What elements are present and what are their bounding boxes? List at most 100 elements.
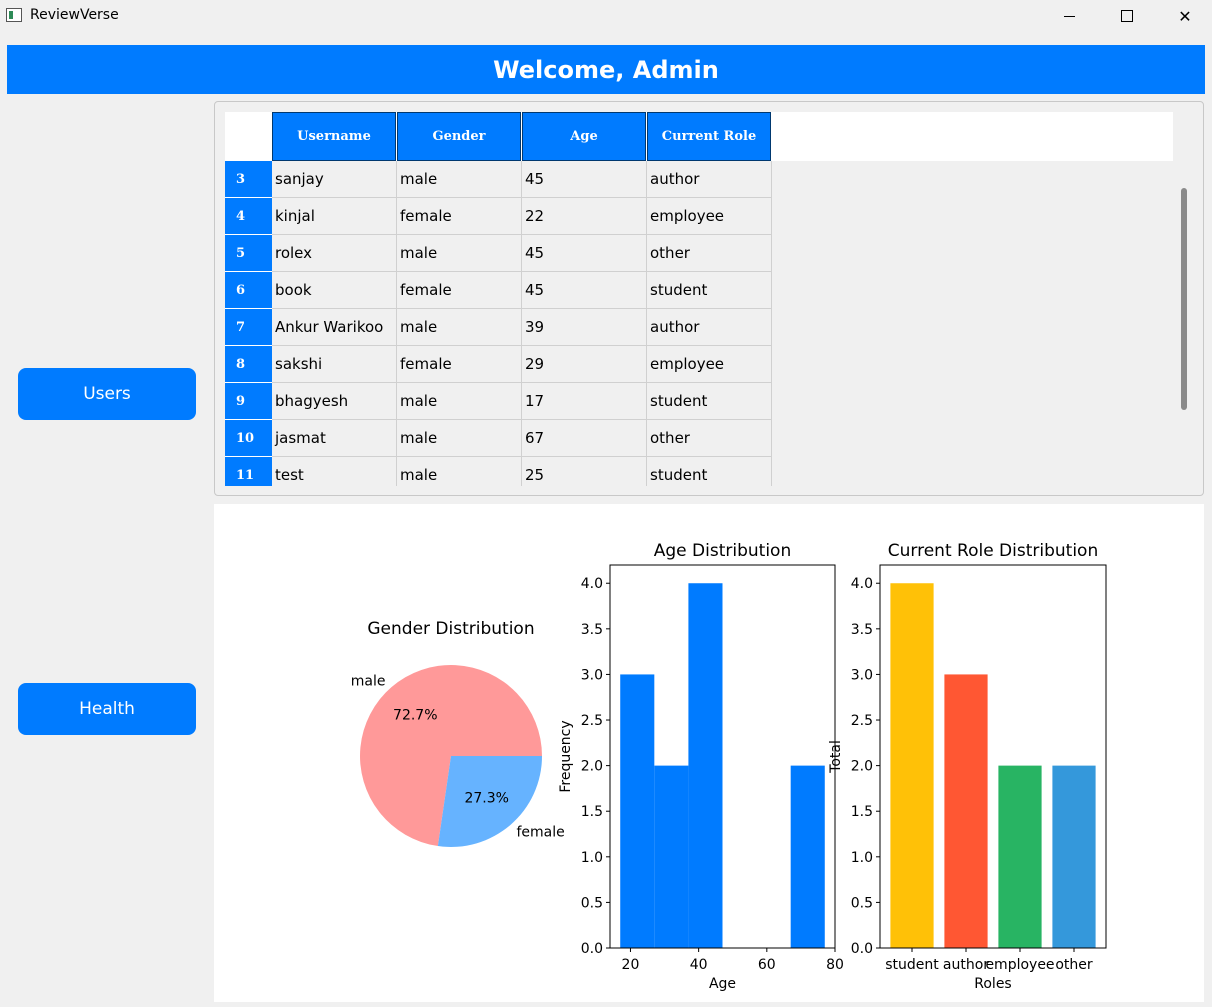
age-chart-ytick-label: 2.0 bbox=[581, 759, 603, 775]
table-cell[interactable]: male bbox=[397, 309, 522, 346]
table-cell[interactable]: 25 bbox=[522, 457, 647, 486]
table-cell[interactable]: male bbox=[397, 235, 522, 272]
table-cell[interactable]: 45 bbox=[522, 161, 647, 198]
table-cell[interactable]: rolex bbox=[272, 235, 397, 272]
table-cell[interactable]: female bbox=[397, 198, 522, 235]
table-cell[interactable]: bhagyesh bbox=[272, 383, 397, 420]
role-bar-employee bbox=[998, 765, 1042, 948]
pie-category-label: male bbox=[351, 673, 386, 689]
age-bar bbox=[790, 765, 825, 948]
role-chart-xlabel: Roles bbox=[974, 976, 1011, 992]
table-cell[interactable]: author bbox=[647, 309, 772, 346]
table-cell[interactable]: 45 bbox=[522, 272, 647, 309]
table-cell[interactable]: male bbox=[397, 161, 522, 198]
role-chart-xtick-label: author bbox=[943, 957, 989, 973]
table-cell[interactable]: 29 bbox=[522, 346, 647, 383]
row-header[interactable]: 9 bbox=[225, 383, 272, 420]
table-cell[interactable]: kinjal bbox=[272, 198, 397, 235]
role-chart-ytick-label: 3.5 bbox=[851, 622, 873, 638]
age-chart-ytick-label: 0.0 bbox=[581, 941, 603, 957]
app-icon bbox=[6, 8, 22, 22]
table-cell[interactable]: student bbox=[647, 272, 772, 309]
row-header[interactable]: 8 bbox=[225, 346, 272, 383]
row-header[interactable]: 3 bbox=[225, 161, 272, 198]
table-cell[interactable]: Ankur Warikoo bbox=[272, 309, 397, 346]
age-chart-xtick-label: 40 bbox=[690, 957, 708, 973]
table-cell[interactable]: male bbox=[397, 457, 522, 486]
age-chart-ytick-label: 1.0 bbox=[581, 850, 603, 866]
role-chart-ytick-label: 0.5 bbox=[851, 895, 873, 911]
table-cell[interactable]: female bbox=[397, 346, 522, 383]
row-header[interactable]: 5 bbox=[225, 235, 272, 272]
close-button[interactable]: ✕ bbox=[1156, 0, 1212, 32]
role-bar-author bbox=[944, 674, 988, 948]
age-chart-ylabel: Frequency bbox=[558, 720, 574, 792]
row-header[interactable]: 6 bbox=[225, 272, 272, 309]
charts-panel: 72.7% male 27.3% female Gender Distribution 0… bbox=[214, 504, 1204, 1002]
welcome-header: Welcome, Admin bbox=[7, 45, 1205, 94]
row-header[interactable]: 10 bbox=[225, 420, 272, 457]
table-cell[interactable]: male bbox=[397, 383, 522, 420]
role-bar-other bbox=[1052, 765, 1096, 948]
age-bar bbox=[654, 765, 689, 948]
table-cell[interactable]: employee bbox=[647, 198, 772, 235]
close-icon: ✕ bbox=[1178, 6, 1192, 26]
role-chart-ytick-label: 3.0 bbox=[851, 667, 873, 683]
table-cell[interactable]: other bbox=[647, 420, 772, 457]
table-scrollbar-thumb[interactable] bbox=[1181, 188, 1187, 410]
row-header[interactable]: 7 bbox=[225, 309, 272, 346]
age-chart-xlabel: Age bbox=[709, 976, 736, 992]
age-chart-ytick-label: 2.5 bbox=[581, 713, 603, 729]
column-header-age[interactable]: Age bbox=[522, 112, 646, 161]
users-button[interactable]: Users bbox=[18, 368, 196, 420]
health-button[interactable]: Health bbox=[18, 683, 196, 735]
role-chart-ytick-label: 2.5 bbox=[851, 713, 873, 729]
column-header-gender[interactable]: Gender bbox=[397, 112, 521, 161]
table-cell[interactable]: female bbox=[397, 272, 522, 309]
role-chart-ytick-label: 4.0 bbox=[851, 576, 873, 592]
pie-title: Gender Distribution bbox=[367, 619, 534, 639]
table-cell[interactable]: student bbox=[647, 383, 772, 420]
age-chart-ytick-label: 1.5 bbox=[581, 804, 603, 820]
row-header[interactable]: 11 bbox=[225, 457, 272, 486]
age-bar bbox=[620, 674, 655, 948]
role-chart-ytick-label: 0.0 bbox=[851, 941, 873, 957]
table-cell[interactable]: author bbox=[647, 161, 772, 198]
minimize-icon bbox=[1063, 15, 1075, 17]
maximize-button[interactable] bbox=[1098, 0, 1156, 32]
role-chart-xtick-label: student bbox=[885, 957, 939, 973]
column-header-username[interactable]: Username bbox=[272, 112, 396, 161]
pie-category-label: female bbox=[516, 825, 564, 841]
role-chart-ytick-label: 1.5 bbox=[851, 804, 873, 820]
table-cell[interactable]: other bbox=[647, 235, 772, 272]
pie-percent-label: 72.7% bbox=[393, 708, 437, 724]
table-cell[interactable]: 17 bbox=[522, 383, 647, 420]
column-header-current-role[interactable]: Current Role bbox=[647, 112, 771, 161]
table-cell[interactable]: 67 bbox=[522, 420, 647, 457]
table-cell[interactable]: jasmat bbox=[272, 420, 397, 457]
users-table[interactable]: Username Gender Age Current Role 3 sanjay male… bbox=[225, 112, 1173, 486]
role-chart-title: Current Role Distribution bbox=[888, 541, 1098, 561]
table-cell[interactable]: 39 bbox=[522, 309, 647, 346]
row-header[interactable]: 4 bbox=[225, 198, 272, 235]
table-cell[interactable]: book bbox=[272, 272, 397, 309]
table-cell[interactable]: sanjay bbox=[272, 161, 397, 198]
table-cell[interactable]: sakshi bbox=[272, 346, 397, 383]
age-chart-ytick-label: 3.5 bbox=[581, 622, 603, 638]
table-cell[interactable]: employee bbox=[647, 346, 772, 383]
role-chart-xtick-label: employee bbox=[985, 957, 1054, 973]
age-chart-ytick-label: 3.0 bbox=[581, 667, 603, 683]
role-chart-xtick-label: other bbox=[1055, 957, 1093, 973]
age-chart-xtick-label: 80 bbox=[826, 957, 844, 973]
age-bar bbox=[688, 583, 723, 948]
maximize-icon bbox=[1121, 10, 1133, 22]
table-corner[interactable] bbox=[225, 112, 272, 161]
table-cell[interactable]: test bbox=[272, 457, 397, 486]
table-cell[interactable]: 45 bbox=[522, 235, 647, 272]
minimize-button[interactable] bbox=[1040, 0, 1098, 32]
role-chart-ytick-label: 2.0 bbox=[851, 759, 873, 775]
table-cell[interactable]: 22 bbox=[522, 198, 647, 235]
table-cell[interactable]: male bbox=[397, 420, 522, 457]
age-chart-title: Age Distribution bbox=[654, 541, 791, 561]
table-cell[interactable]: student bbox=[647, 457, 772, 486]
